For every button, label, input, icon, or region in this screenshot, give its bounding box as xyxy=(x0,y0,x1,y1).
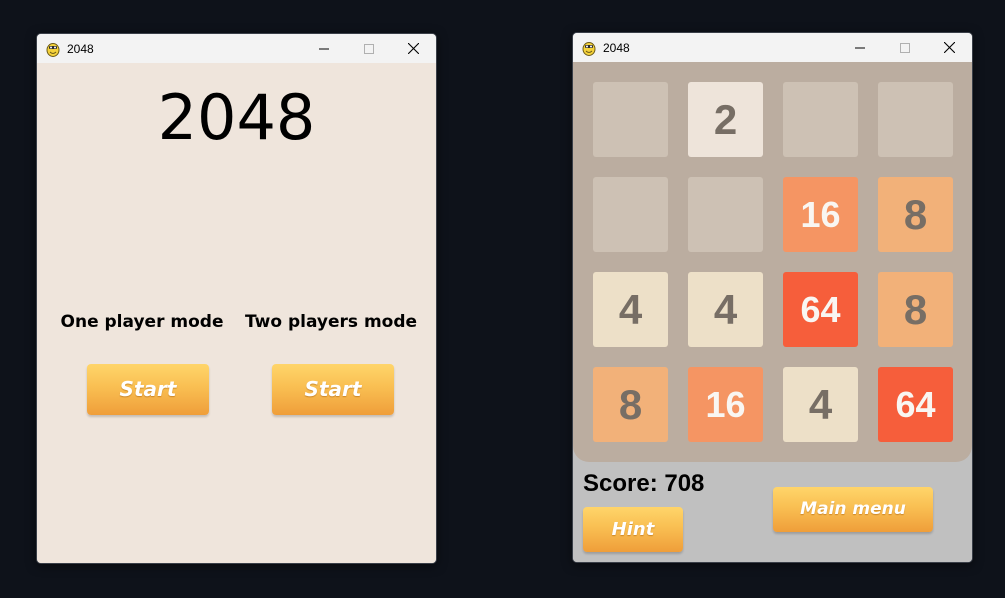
tile-8: 8 xyxy=(878,177,953,252)
tile-empty xyxy=(593,177,668,252)
pygame-snake-icon xyxy=(46,42,60,57)
game-client-area: 2 16 8 4 4 64 8 8 16 4 64 Score: 708 Hint Main men… xyxy=(573,62,972,562)
tile-8: 8 xyxy=(878,272,953,347)
minimize-icon xyxy=(854,47,865,48)
menu-window: 2048 2048 One player mode Two players mo… xyxy=(36,33,437,564)
tile-2: 2 xyxy=(688,82,763,157)
main-menu-button[interactable]: Main menu xyxy=(773,487,933,532)
tile-empty xyxy=(783,82,858,157)
tile-8: 8 xyxy=(593,367,668,442)
tile-16: 16 xyxy=(783,177,858,252)
game-title: 2048 xyxy=(157,81,316,154)
window-title: 2048 xyxy=(603,40,630,55)
close-button[interactable] xyxy=(391,34,436,63)
minimize-icon xyxy=(318,48,329,49)
maximize-icon xyxy=(899,42,910,53)
menu-client-area: 2048 One player mode Two players mode St… xyxy=(37,63,436,563)
tile-64: 64 xyxy=(783,272,858,347)
tile-16: 16 xyxy=(688,367,763,442)
score-display: Score: 708 xyxy=(583,470,705,497)
tile-4: 4 xyxy=(783,367,858,442)
close-icon xyxy=(408,43,419,54)
one-player-mode-label: One player mode xyxy=(60,312,224,332)
tile-empty xyxy=(688,177,763,252)
tile-64: 64 xyxy=(878,367,953,442)
minimize-button[interactable] xyxy=(837,33,882,62)
start-one-player-button[interactable]: Start xyxy=(87,364,209,415)
minimize-button[interactable] xyxy=(301,34,346,63)
pygame-snake-icon xyxy=(582,41,596,56)
hint-button[interactable]: Hint xyxy=(583,507,683,552)
titlebar[interactable]: 2048 xyxy=(37,34,436,63)
game-board: 2 16 8 4 4 64 8 8 16 4 64 xyxy=(573,62,972,462)
window-title: 2048 xyxy=(67,41,94,56)
tile-4: 4 xyxy=(688,272,763,347)
tile-empty xyxy=(878,82,953,157)
game-window: 2048 2 16 8 4 4 64 8 8 16 4 64 Score: 708 Hint Mai… xyxy=(572,32,973,563)
close-button[interactable] xyxy=(927,33,972,62)
close-icon xyxy=(944,42,955,53)
two-players-mode-label: Two players mode xyxy=(244,312,418,332)
maximize-button[interactable] xyxy=(882,33,927,62)
tile-4: 4 xyxy=(593,272,668,347)
tile-empty xyxy=(593,82,668,157)
titlebar[interactable]: 2048 xyxy=(573,33,972,62)
maximize-button[interactable] xyxy=(346,34,391,63)
start-two-players-button[interactable]: Start xyxy=(272,364,394,415)
maximize-icon xyxy=(363,43,374,54)
